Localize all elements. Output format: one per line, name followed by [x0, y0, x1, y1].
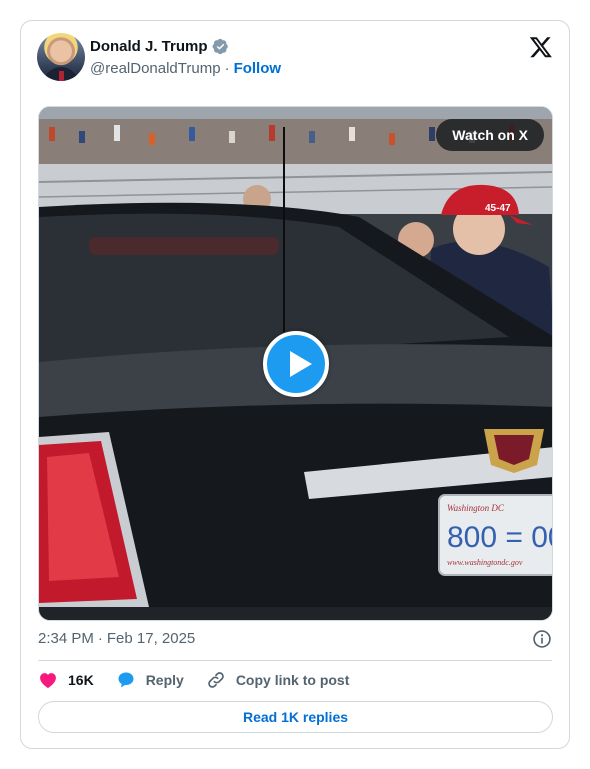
- follow-button[interactable]: Follow: [234, 60, 282, 77]
- reply-button[interactable]: Reply: [116, 670, 184, 690]
- embedded-post-card: Donald J. Trump @realDonaldTrump · Follo…: [20, 20, 570, 749]
- x-logo-icon[interactable]: [529, 35, 553, 59]
- read-replies-button[interactable]: Read 1K replies: [38, 701, 553, 733]
- post-timestamp[interactable]: 2:34 PM · Feb 17, 2025: [38, 630, 195, 647]
- hat-text: 45-47: [485, 203, 511, 214]
- like-button[interactable]: 16K: [38, 670, 94, 690]
- post-time: 2:34 PM: [38, 630, 94, 647]
- plate-bottom-text: www.washingtondc.gov: [447, 558, 523, 567]
- reply-label: Reply: [145, 672, 184, 688]
- post-date: Feb 17, 2025: [106, 630, 196, 647]
- copy-link-label: Copy link to post: [235, 672, 350, 688]
- info-icon[interactable]: [532, 629, 552, 649]
- author-name[interactable]: Donald J. Trump: [90, 38, 208, 55]
- divider: [38, 660, 552, 661]
- video-media[interactable]: 45-47 Washington DC 800 = 002: [38, 106, 553, 621]
- license-plate: Washington DC 800 = 002 www.washingtondc…: [438, 494, 553, 576]
- play-button-icon[interactable]: [263, 331, 329, 397]
- avatar-tie: [59, 71, 64, 81]
- plate-number: 800 = 002: [447, 521, 553, 554]
- verified-badge-icon: [212, 38, 228, 55]
- author-name-row: Donald J. Trump: [90, 38, 229, 55]
- author-avatar[interactable]: [37, 33, 85, 81]
- author-handle-row: @realDonaldTrump · Follow: [90, 60, 281, 77]
- timestamp-separator: ·: [97, 630, 103, 647]
- like-count: 16K: [68, 672, 94, 688]
- copy-link-button[interactable]: Copy link to post: [206, 670, 350, 690]
- reply-bubble-icon: [118, 672, 134, 688]
- author-handle[interactable]: @realDonaldTrump: [90, 60, 221, 77]
- link-icon: [208, 672, 224, 688]
- action-bar: 16K Reply Copy link to post: [38, 670, 371, 690]
- plate-top-text: Washington DC: [447, 503, 505, 513]
- watch-on-x-button[interactable]: Watch on X: [436, 119, 544, 151]
- post-header: Donald J. Trump @realDonaldTrump · Follo…: [37, 33, 553, 83]
- handle-separator: ·: [224, 60, 230, 77]
- heart-icon: [40, 673, 56, 688]
